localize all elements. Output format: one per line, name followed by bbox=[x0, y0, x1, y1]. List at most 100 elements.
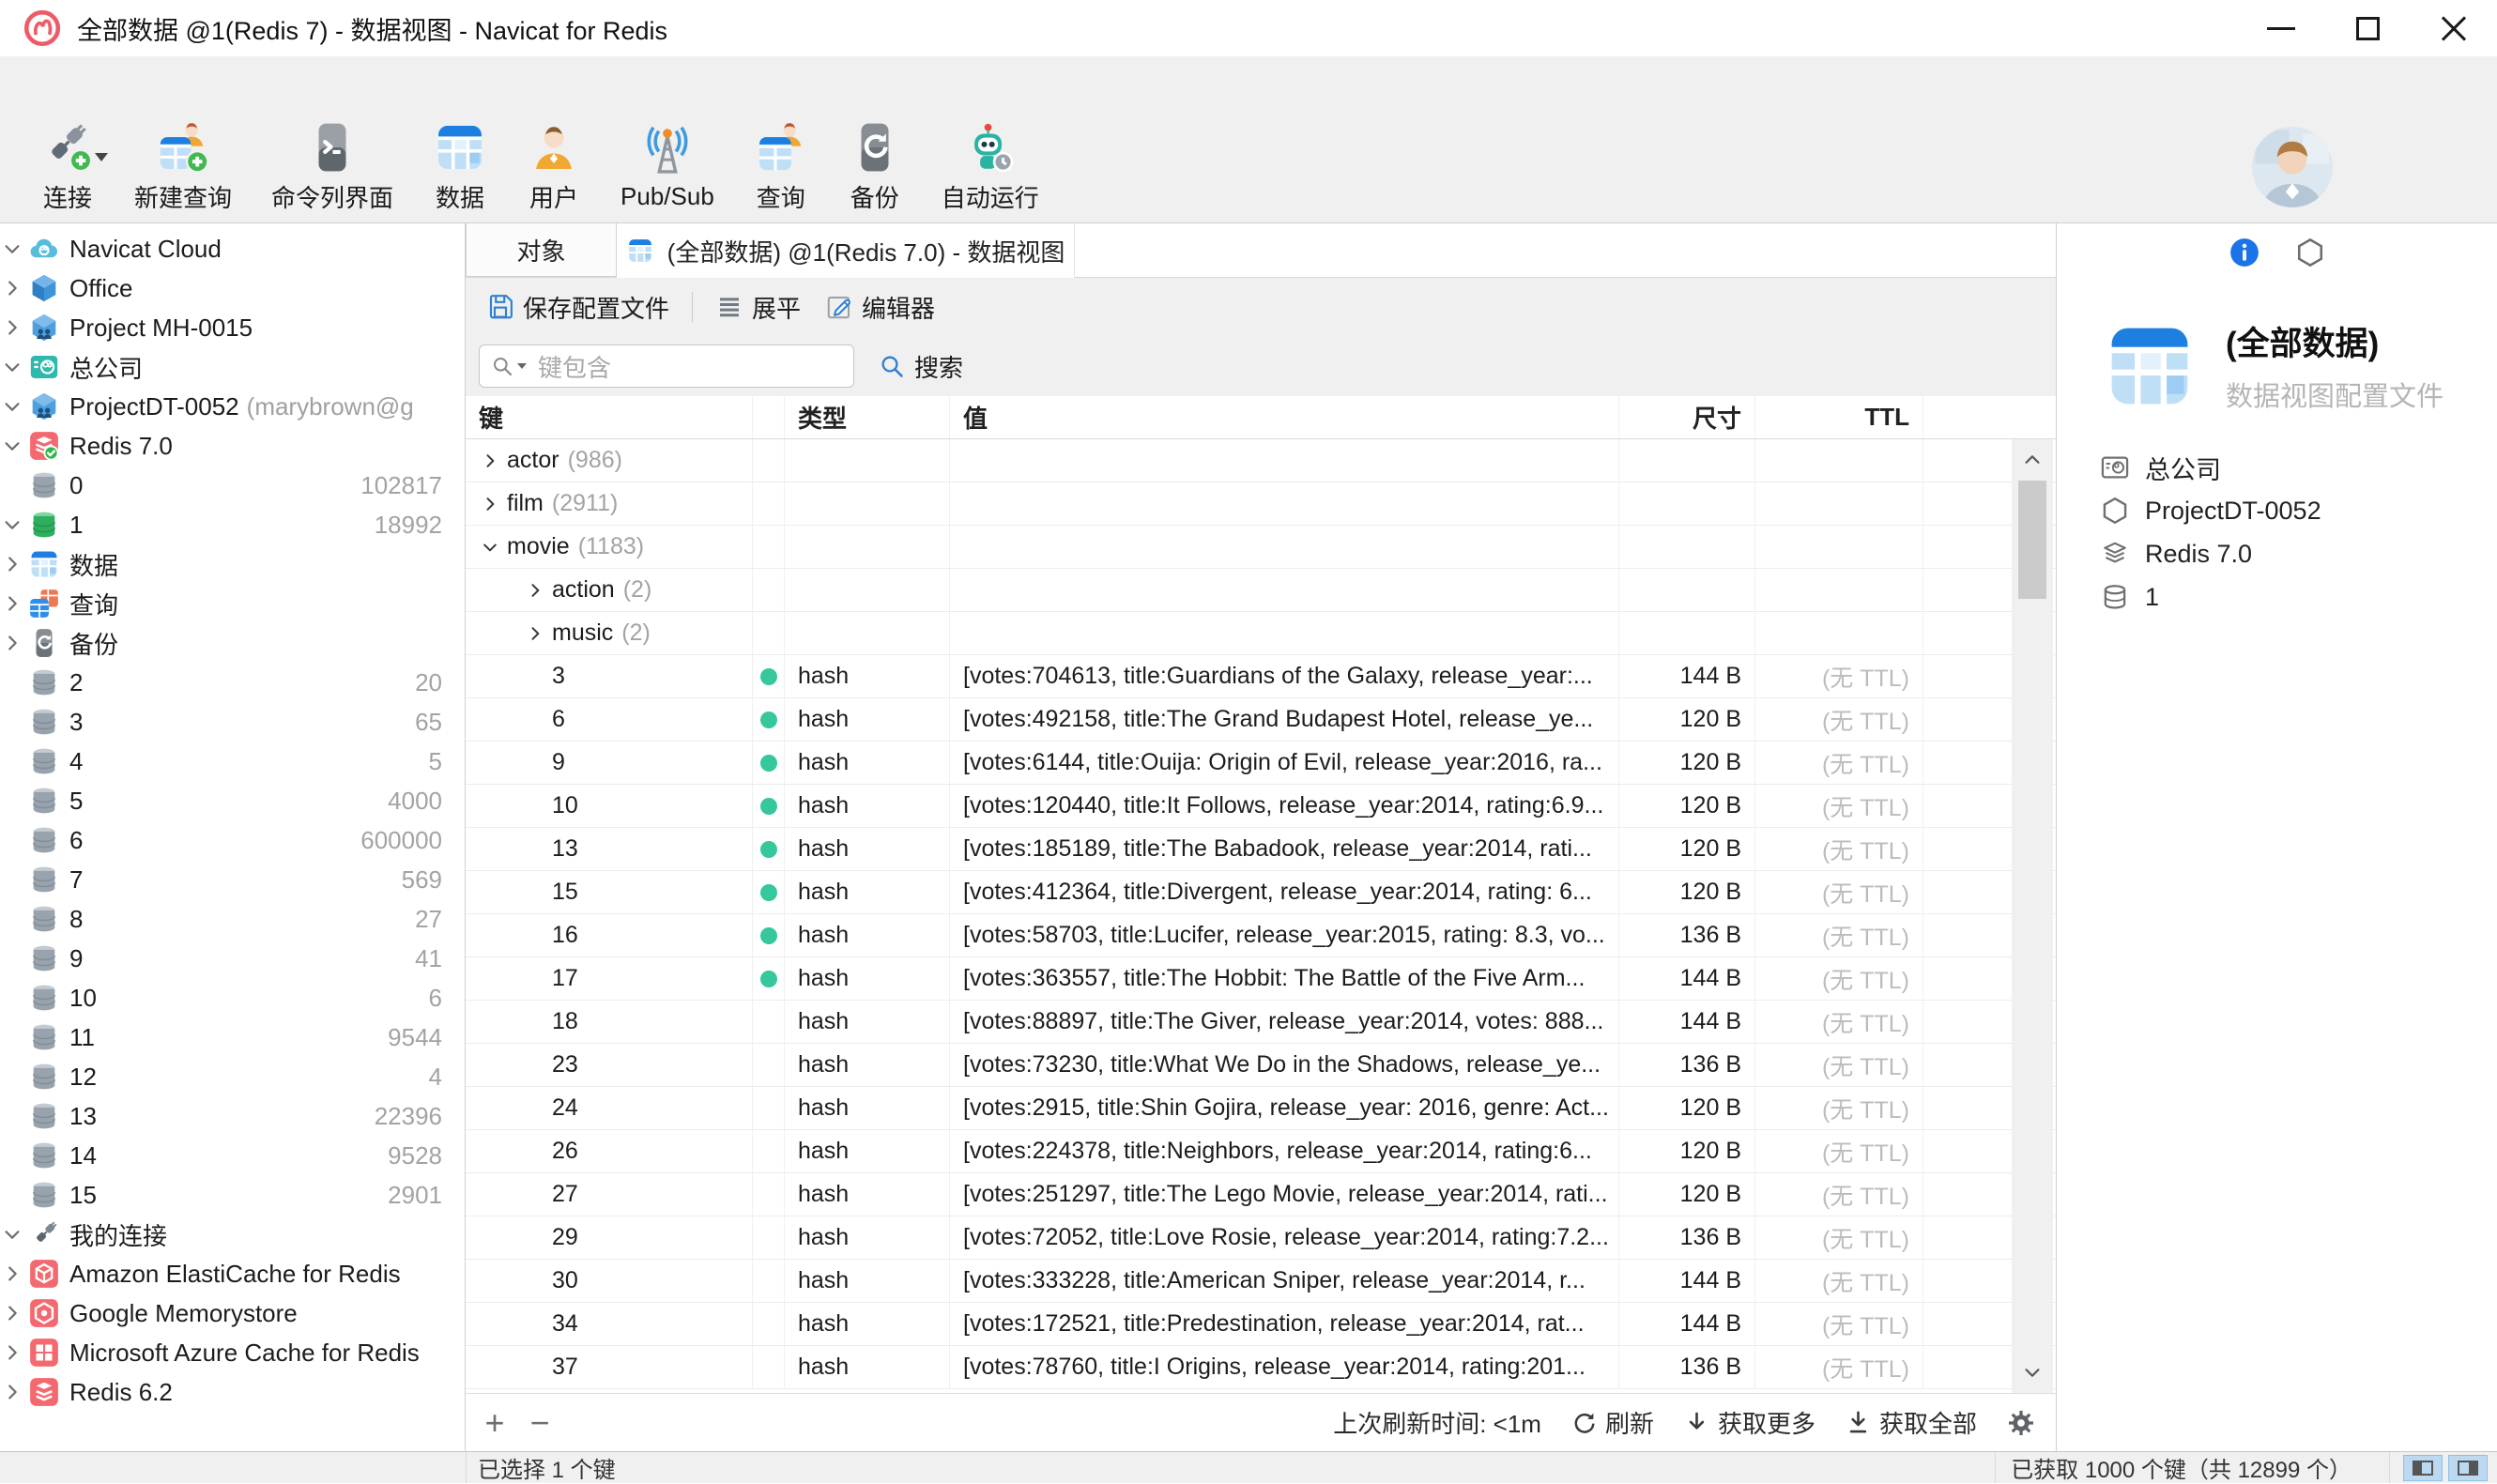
user-avatar[interactable] bbox=[2252, 127, 2333, 207]
toggle-left-panel-button[interactable] bbox=[2403, 1455, 2443, 1481]
chevron-icon[interactable] bbox=[479, 493, 501, 515]
tab-objects[interactable]: 对象 bbox=[466, 223, 617, 277]
scroll-down-icon[interactable] bbox=[2022, 1352, 2043, 1393]
column-header-type[interactable]: 类型 bbox=[785, 396, 950, 438]
tree-item[interactable]: 备份 bbox=[0, 623, 465, 663]
chevron-icon[interactable] bbox=[479, 536, 501, 558]
tree-item[interactable]: Redis 6.2 bbox=[0, 1372, 465, 1412]
chevron-icon[interactable] bbox=[0, 1340, 24, 1365]
toolbar-button[interactable]: 查询 bbox=[734, 111, 828, 222]
tree-item[interactable]: Navicat Cloud bbox=[0, 229, 465, 268]
chevron-icon[interactable] bbox=[479, 450, 501, 472]
tree-item[interactable]: 13 22396 bbox=[0, 1096, 465, 1136]
chevron-icon[interactable] bbox=[0, 513, 24, 537]
toolbar-button[interactable]: 命令列界面 bbox=[252, 111, 413, 222]
column-header-size[interactable]: 尺寸 bbox=[1619, 396, 1755, 438]
chevron-icon[interactable] bbox=[0, 552, 24, 576]
key-group-row[interactable]: action (2) bbox=[466, 569, 2056, 612]
key-row[interactable]: 10 hash [votes:120440, title:It Follows,… bbox=[466, 785, 2056, 828]
tree-item[interactable]: 0 102817 bbox=[0, 466, 465, 505]
tree-item[interactable]: 10 6 bbox=[0, 978, 465, 1017]
key-row[interactable]: 9 hash [votes:6144, title:Ouija: Origin … bbox=[466, 742, 2056, 785]
tree-item[interactable]: 12 4 bbox=[0, 1057, 465, 1096]
tree-item[interactable]: Google Memorystore bbox=[0, 1293, 465, 1333]
tree-item[interactable]: 查询 bbox=[0, 584, 465, 623]
tree-item[interactable]: 15 2901 bbox=[0, 1175, 465, 1215]
project-tab-button[interactable] bbox=[2294, 237, 2326, 268]
key-row[interactable]: 34 hash [votes:172521, title:Predestinat… bbox=[466, 1303, 2056, 1346]
tree-item[interactable]: 7 569 bbox=[0, 860, 465, 899]
chevron-icon[interactable] bbox=[524, 579, 546, 602]
key-group-row[interactable]: actor (986) bbox=[466, 439, 2056, 482]
key-group-row[interactable]: music (2) bbox=[466, 612, 2056, 655]
chevron-icon[interactable] bbox=[0, 631, 24, 655]
editor-button[interactable]: 编辑器 bbox=[816, 290, 944, 325]
close-button[interactable] bbox=[2411, 0, 2497, 56]
key-group-row[interactable]: film (2911) bbox=[466, 482, 2056, 526]
chevron-icon[interactable] bbox=[0, 394, 24, 419]
save-profile-button[interactable]: 保存配置文件 bbox=[477, 290, 679, 325]
refresh-button[interactable]: 刷新 bbox=[1571, 1405, 1654, 1440]
tree-item[interactable]: Amazon ElastiCache for Redis bbox=[0, 1254, 465, 1293]
key-row[interactable]: 6 hash [votes:492158, title:The Grand Bu… bbox=[466, 698, 2056, 742]
tree-item[interactable]: 11 9544 bbox=[0, 1017, 465, 1057]
tree-item[interactable]: 总公司 bbox=[0, 347, 465, 387]
delete-key-button[interactable]: − bbox=[526, 1406, 554, 1440]
chevron-icon[interactable] bbox=[524, 622, 546, 645]
tree-item[interactable]: 数据 bbox=[0, 544, 465, 584]
search-button[interactable]: 搜索 bbox=[879, 349, 963, 384]
tab-data-view[interactable]: (全部数据) @1(Redis 7.0) - 数据视图 bbox=[617, 223, 1075, 278]
flatten-button[interactable]: 展平 bbox=[706, 290, 810, 325]
tree-item[interactable]: 14 9528 bbox=[0, 1136, 465, 1175]
key-row[interactable]: 3 hash [votes:704613, title:Guardians of… bbox=[466, 655, 2056, 698]
key-row[interactable]: 13 hash [votes:185189, title:The Babadoo… bbox=[466, 828, 2056, 871]
chevron-icon[interactable] bbox=[0, 1222, 24, 1247]
toolbar-button[interactable]: 备份 bbox=[828, 111, 922, 222]
column-header-value[interactable]: 值 bbox=[950, 396, 1619, 438]
toolbar-button[interactable]: 连接 bbox=[21, 111, 115, 222]
chevron-icon[interactable] bbox=[0, 1380, 24, 1404]
tree-item[interactable]: 3 65 bbox=[0, 702, 465, 742]
minimize-button[interactable] bbox=[2238, 0, 2324, 56]
toolbar-button[interactable]: 用户 bbox=[507, 111, 601, 222]
tree-item[interactable]: Redis 7.0 bbox=[0, 426, 465, 466]
scroll-up-icon[interactable] bbox=[2022, 439, 2043, 481]
chevron-icon[interactable] bbox=[0, 355, 24, 379]
chevron-icon[interactable] bbox=[0, 1301, 24, 1325]
chevron-icon[interactable] bbox=[0, 315, 24, 340]
column-header-ttl[interactable]: TTL bbox=[1755, 396, 1923, 438]
key-row[interactable]: 15 hash [votes:412364, title:Divergent, … bbox=[466, 871, 2056, 914]
chevron-icon[interactable] bbox=[0, 276, 24, 300]
fetch-all-button[interactable]: 获取全部 bbox=[1846, 1405, 1977, 1440]
column-header-key[interactable]: 键 bbox=[466, 396, 753, 438]
key-row[interactable]: 16 hash [votes:58703, title:Lucifer, rel… bbox=[466, 914, 2056, 957]
tree-item[interactable]: ProjectDT-0052 (marybrown@g bbox=[0, 387, 465, 426]
key-row[interactable]: 26 hash [votes:224378, title:Neighbors, … bbox=[466, 1130, 2056, 1173]
scrollbar-thumb[interactable] bbox=[2018, 481, 2046, 599]
tree-item[interactable]: 我的连接 bbox=[0, 1215, 465, 1254]
toolbar-button[interactable]: 数据 bbox=[413, 111, 507, 222]
tree-item[interactable]: Microsoft Azure Cache for Redis bbox=[0, 1333, 465, 1372]
tree-item[interactable]: 8 27 bbox=[0, 899, 465, 939]
chevron-icon[interactable] bbox=[0, 237, 24, 261]
vertical-scrollbar[interactable] bbox=[2012, 439, 2053, 1393]
key-row[interactable]: 37 hash [votes:78760, title:I Origins, r… bbox=[466, 1346, 2056, 1389]
toolbar-button[interactable]: 新建查询 bbox=[115, 111, 252, 222]
tree-item[interactable]: 4 5 bbox=[0, 742, 465, 781]
key-row[interactable]: 18 hash [votes:88897, title:The Giver, r… bbox=[466, 1001, 2056, 1044]
key-row[interactable]: 29 hash [votes:72052, title:Love Rosie, … bbox=[466, 1216, 2056, 1260]
tree-item[interactable]: 2 20 bbox=[0, 663, 465, 702]
chevron-icon[interactable] bbox=[0, 434, 24, 458]
key-row[interactable]: 17 hash [votes:363557, title:The Hobbit:… bbox=[466, 957, 2056, 1001]
tree-item[interactable]: 5 4000 bbox=[0, 781, 465, 820]
search-options-caret-icon[interactable] bbox=[517, 363, 527, 369]
tree-item[interactable]: 1 18992 bbox=[0, 505, 465, 544]
tree-item[interactable]: Office bbox=[0, 268, 465, 308]
info-tab-button[interactable] bbox=[2229, 237, 2260, 268]
key-filter-input[interactable]: 键包含 bbox=[479, 344, 854, 388]
toolbar-button[interactable]: Pub/Sub bbox=[601, 111, 734, 222]
fetch-settings-button[interactable] bbox=[2007, 1409, 2035, 1437]
key-row[interactable]: 30 hash [votes:333228, title:American Sn… bbox=[466, 1260, 2056, 1303]
chevron-icon[interactable] bbox=[0, 591, 24, 616]
key-row[interactable]: 23 hash [votes:73230, title:What We Do i… bbox=[466, 1044, 2056, 1087]
